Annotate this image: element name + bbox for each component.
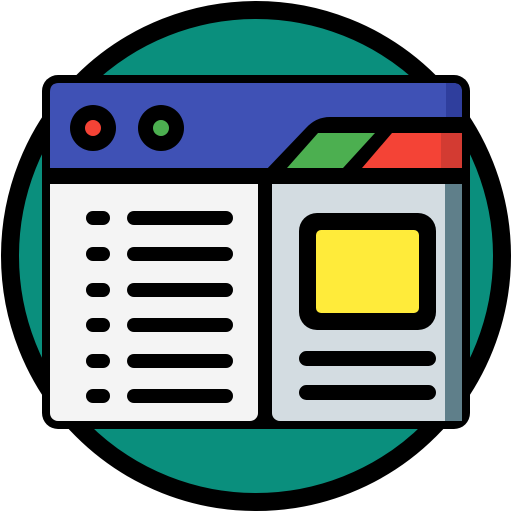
list-bullet	[86, 283, 110, 297]
list-bullet	[86, 354, 110, 368]
list-line	[127, 318, 233, 332]
right-panel-top	[272, 184, 462, 204]
list-line	[127, 354, 233, 368]
browser-window-icon-canvas	[0, 0, 512, 512]
right-text-line	[299, 351, 436, 366]
window-minimize-dot-icon	[153, 120, 169, 136]
window-close-dot-icon	[85, 120, 101, 136]
right-panel-shadow	[445, 184, 462, 421]
left-panel-top	[50, 184, 258, 204]
right-text-line	[299, 385, 436, 400]
title-bar-separator	[50, 168, 462, 184]
list-line	[127, 247, 233, 261]
list-bullet	[86, 318, 110, 332]
red-tab-shadow	[441, 133, 462, 168]
browser-window-layout-icon	[1, 1, 511, 511]
list-line	[127, 283, 233, 297]
list-line	[127, 211, 233, 225]
image-placeholder-icon	[316, 230, 419, 313]
list-bullet	[86, 247, 110, 261]
panel-divider	[258, 184, 272, 421]
list-bullet	[86, 211, 110, 225]
list-line	[127, 389, 233, 403]
list-bullet	[86, 389, 110, 403]
